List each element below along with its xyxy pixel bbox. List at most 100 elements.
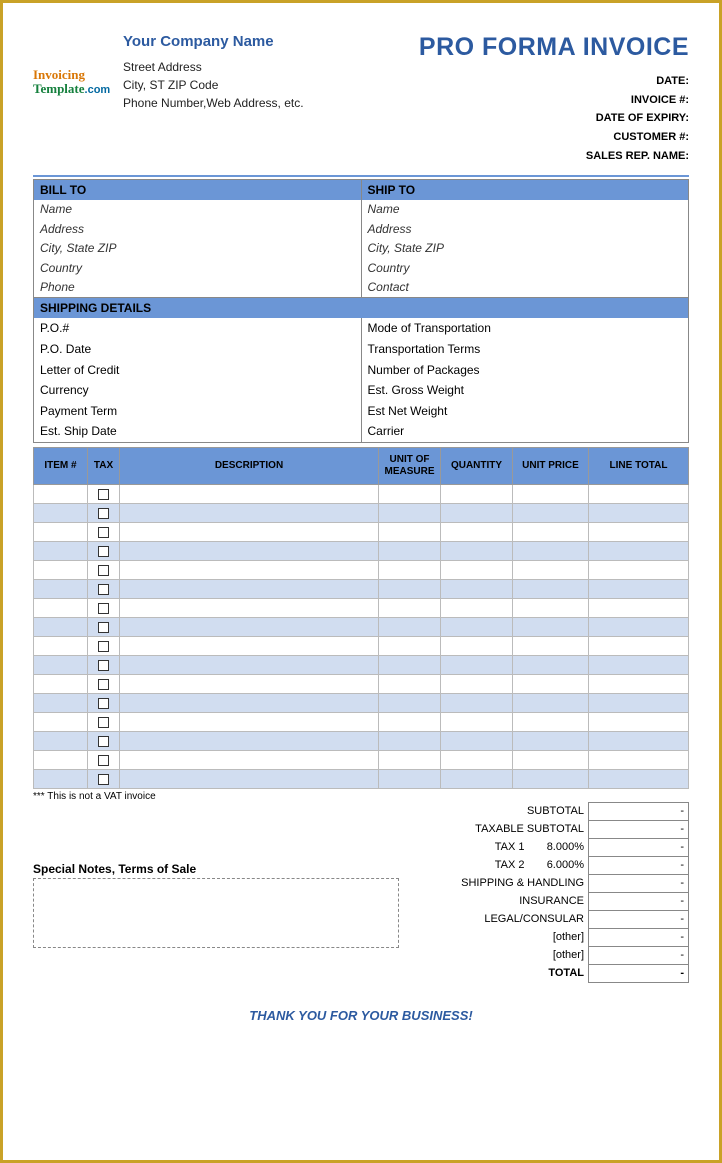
tax-checkbox[interactable]: [98, 660, 109, 671]
cell-price[interactable]: [513, 750, 589, 769]
cell-desc[interactable]: [120, 617, 379, 636]
cell-price[interactable]: [513, 579, 589, 598]
cell-item[interactable]: [34, 560, 88, 579]
cell-uom[interactable]: [379, 636, 441, 655]
cell-price[interactable]: [513, 541, 589, 560]
cell-uom[interactable]: [379, 731, 441, 750]
cell-uom[interactable]: [379, 560, 441, 579]
tax-checkbox[interactable]: [98, 527, 109, 538]
cell-desc[interactable]: [120, 579, 379, 598]
tax-checkbox[interactable]: [98, 679, 109, 690]
cell-uom[interactable]: [379, 484, 441, 503]
cell-desc[interactable]: [120, 674, 379, 693]
tax-checkbox[interactable]: [98, 603, 109, 614]
cell-item[interactable]: [34, 750, 88, 769]
cell-item[interactable]: [34, 503, 88, 522]
cell-item[interactable]: [34, 731, 88, 750]
thanks-message: THANK YOU FOR YOUR BUSINESS!: [33, 1008, 689, 1023]
cell-uom[interactable]: [379, 522, 441, 541]
cell-uom[interactable]: [379, 541, 441, 560]
cell-desc[interactable]: [120, 769, 379, 788]
cell-uom[interactable]: [379, 712, 441, 731]
cell-uom[interactable]: [379, 503, 441, 522]
cell-desc[interactable]: [120, 560, 379, 579]
cell-uom[interactable]: [379, 693, 441, 712]
cell-desc[interactable]: [120, 731, 379, 750]
cell-item[interactable]: [34, 617, 88, 636]
cell-price[interactable]: [513, 674, 589, 693]
cell-item[interactable]: [34, 522, 88, 541]
cell-uom[interactable]: [379, 750, 441, 769]
tax-checkbox[interactable]: [98, 698, 109, 709]
cell-price[interactable]: [513, 731, 589, 750]
cell-qty[interactable]: [441, 712, 513, 731]
cell-item[interactable]: [34, 541, 88, 560]
cell-desc[interactable]: [120, 712, 379, 731]
cell-price[interactable]: [513, 598, 589, 617]
cell-uom[interactable]: [379, 655, 441, 674]
cell-item[interactable]: [34, 693, 88, 712]
cell-qty[interactable]: [441, 769, 513, 788]
tax-checkbox[interactable]: [98, 508, 109, 519]
tax-checkbox[interactable]: [98, 736, 109, 747]
cell-desc[interactable]: [120, 503, 379, 522]
tax-checkbox[interactable]: [98, 641, 109, 652]
cell-qty[interactable]: [441, 560, 513, 579]
cell-qty[interactable]: [441, 636, 513, 655]
cell-qty[interactable]: [441, 655, 513, 674]
cell-item[interactable]: [34, 769, 88, 788]
tax-checkbox[interactable]: [98, 717, 109, 728]
tax-checkbox[interactable]: [98, 622, 109, 633]
cell-item[interactable]: [34, 674, 88, 693]
cell-qty[interactable]: [441, 693, 513, 712]
items-table: ITEM # TAX DESCRIPTION UNIT OF MEASURE Q…: [33, 447, 689, 789]
cell-item[interactable]: [34, 598, 88, 617]
cell-desc[interactable]: [120, 693, 379, 712]
tax-checkbox[interactable]: [98, 546, 109, 557]
cell-qty[interactable]: [441, 674, 513, 693]
cell-uom[interactable]: [379, 769, 441, 788]
cell-uom[interactable]: [379, 579, 441, 598]
tax1-label: TAX 1: [409, 838, 529, 856]
cell-desc[interactable]: [120, 522, 379, 541]
cell-desc[interactable]: [120, 750, 379, 769]
cell-price[interactable]: [513, 617, 589, 636]
cell-desc[interactable]: [120, 655, 379, 674]
cell-qty[interactable]: [441, 579, 513, 598]
cell-qty[interactable]: [441, 598, 513, 617]
cell-qty[interactable]: [441, 731, 513, 750]
cell-desc[interactable]: [120, 636, 379, 655]
cell-price[interactable]: [513, 693, 589, 712]
tax-checkbox[interactable]: [98, 755, 109, 766]
tax-checkbox[interactable]: [98, 584, 109, 595]
cell-price[interactable]: [513, 769, 589, 788]
notes-box[interactable]: [33, 878, 399, 948]
cell-item[interactable]: [34, 579, 88, 598]
tax-checkbox[interactable]: [98, 565, 109, 576]
cell-item[interactable]: [34, 484, 88, 503]
cell-item[interactable]: [34, 636, 88, 655]
cell-qty[interactable]: [441, 503, 513, 522]
tax-checkbox[interactable]: [98, 489, 109, 500]
cell-price[interactable]: [513, 522, 589, 541]
cell-price[interactable]: [513, 655, 589, 674]
cell-desc[interactable]: [120, 598, 379, 617]
cell-item[interactable]: [34, 655, 88, 674]
cell-price[interactable]: [513, 636, 589, 655]
cell-uom[interactable]: [379, 617, 441, 636]
cell-uom[interactable]: [379, 598, 441, 617]
cell-qty[interactable]: [441, 522, 513, 541]
cell-price[interactable]: [513, 484, 589, 503]
cell-qty[interactable]: [441, 750, 513, 769]
cell-price[interactable]: [513, 503, 589, 522]
tax-checkbox[interactable]: [98, 774, 109, 785]
cell-qty[interactable]: [441, 484, 513, 503]
cell-desc[interactable]: [120, 541, 379, 560]
cell-qty[interactable]: [441, 541, 513, 560]
cell-uom[interactable]: [379, 674, 441, 693]
cell-item[interactable]: [34, 712, 88, 731]
cell-price[interactable]: [513, 560, 589, 579]
cell-desc[interactable]: [120, 484, 379, 503]
cell-qty[interactable]: [441, 617, 513, 636]
cell-price[interactable]: [513, 712, 589, 731]
